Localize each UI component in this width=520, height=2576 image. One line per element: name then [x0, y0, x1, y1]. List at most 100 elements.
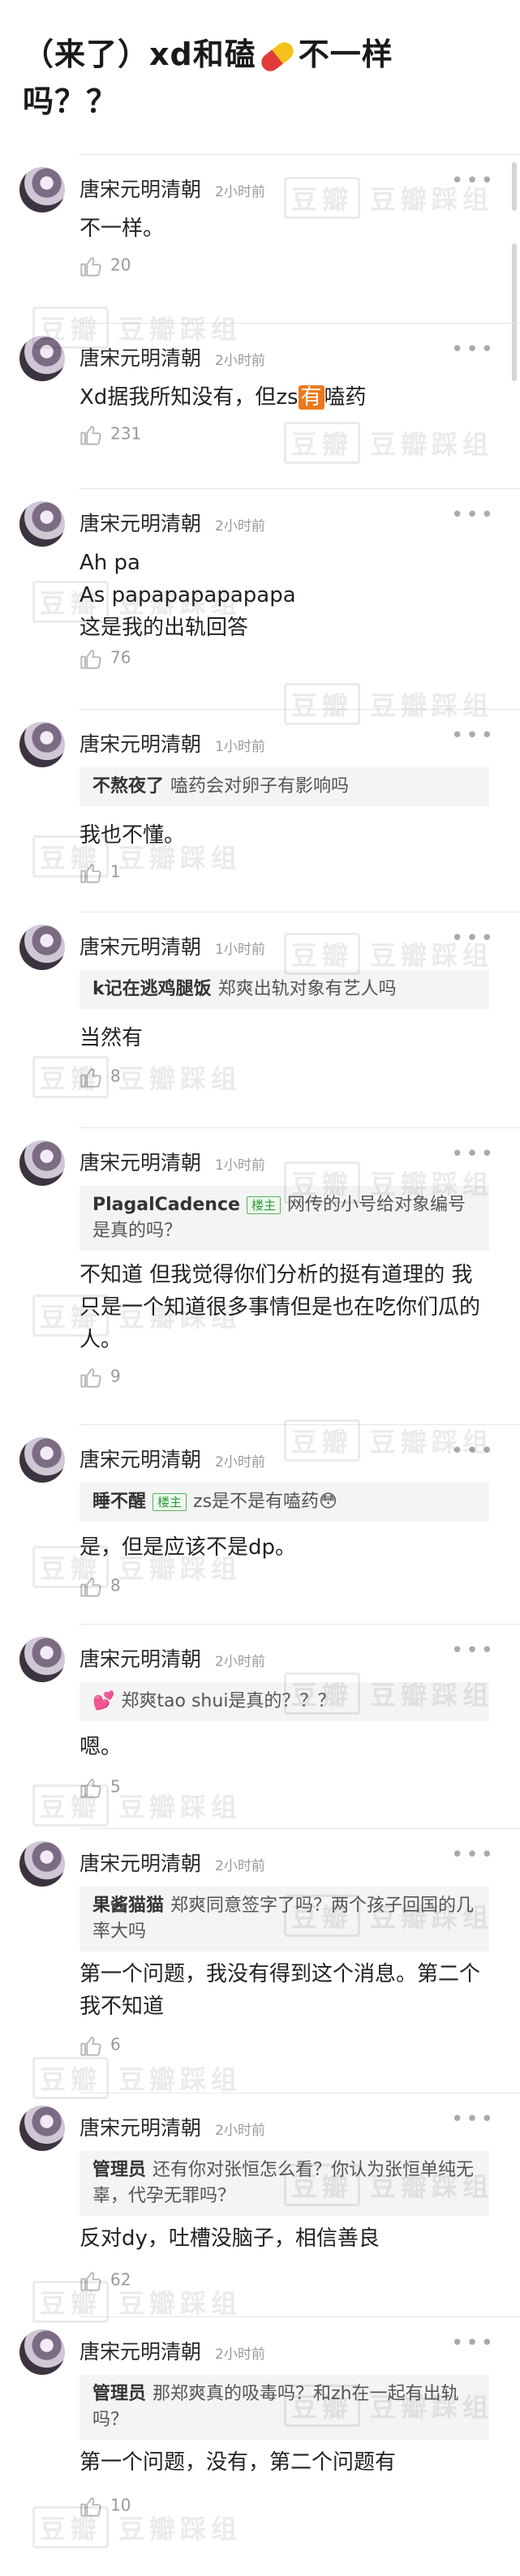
comment-author[interactable]: 唐宋元明清朝 [80, 508, 201, 537]
avatar[interactable] [19, 2329, 65, 2375]
thumb-up-icon [80, 2269, 102, 2292]
divider [80, 323, 520, 324]
comment-time: 1小时前 [215, 942, 265, 958]
like-count: 6 [110, 2034, 121, 2054]
comment-text: 第一个问题，我没有得到这个消息。第二个我不知道 [80, 1962, 481, 2019]
comment-text: 反对dy，吐槽没脑子，相信善良 [80, 2226, 380, 2251]
comment-item: 唐宋元明清朝 2小时前 ••• Ah pa As papapapapapapa … [0, 488, 520, 707]
more-options-icon[interactable]: ••• [451, 169, 496, 193]
quoted-comment[interactable]: 睡不醒 楼主 zs是不是有嗑药😳 [80, 1483, 489, 1522]
divider [80, 2316, 520, 2317]
more-options-icon[interactable]: ••• [451, 926, 496, 951]
comment-text: 不知道 但我觉得你们分析的挺有道理的 我只是一个知道很多事情但是也在吃你们瓜的人… [80, 1263, 481, 1352]
comment-text: Xd据我所知没有，但zs 有嗑药 [80, 385, 367, 410]
like-button[interactable]: 8 [80, 1066, 121, 1088]
comment-author[interactable]: 唐宋元明清朝 [80, 174, 201, 203]
comment-time: 2小时前 [215, 353, 265, 369]
comment-text: 嗯。 [80, 1735, 122, 1759]
divider [80, 154, 520, 155]
quoted-comment[interactable]: 不熬夜了 嗑药会对卵子有影响吗 [80, 767, 489, 806]
divider [80, 488, 520, 489]
comment-item: 唐宋元明清朝 2小时前 ••• 管理员 那郑爽真的吸毒吗？和zh在一起有出轨吗？ … [0, 2316, 520, 2560]
comment-author[interactable]: 唐宋元明清朝 [80, 342, 201, 371]
comment-author[interactable]: 唐宋元明清朝 [80, 1444, 201, 1473]
comment-item: 唐宋元明清朝 1小时前 ••• k记在逃鸡腿饭 郑爽出轨对象有艺人吗 当然有 8 [0, 912, 520, 1123]
avatar[interactable] [19, 167, 65, 213]
thumb-up-icon [80, 861, 102, 884]
comment-text: 当然有 [80, 1026, 144, 1050]
op-badge: 楼主 [153, 1493, 187, 1511]
comment-author[interactable]: 唐宋元明清朝 [80, 1643, 201, 1672]
like-button[interactable]: 6 [80, 2034, 121, 2057]
like-count: 8 [110, 1575, 121, 1595]
more-options-icon[interactable]: ••• [451, 2331, 496, 2355]
avatar[interactable] [19, 1140, 65, 1186]
comment-item: 唐宋元明清朝 2小时前 ••• 睡不醒 楼主 zs是不是有嗑药😳 是，但是应该不是d… [0, 1424, 520, 1635]
divider [80, 1424, 520, 1425]
comment-author[interactable]: 唐宋元明清朝 [80, 1848, 201, 1877]
more-options-icon[interactable]: ••• [451, 1439, 496, 1463]
comment-item: 唐宋元明清朝 2小时前 ••• 不一样。 20 [0, 154, 520, 316]
post-title: （来了）xd和磕 不一样吗？？ [23, 31, 477, 125]
divider [80, 1127, 520, 1128]
more-options-icon[interactable]: ••• [451, 503, 496, 527]
like-button[interactable]: 1 [80, 861, 121, 884]
comment-time: 1小时前 [215, 739, 265, 755]
more-options-icon[interactable]: ••• [451, 1843, 496, 1867]
thumb-up-icon [80, 647, 102, 670]
comment-time: 2小时前 [215, 518, 265, 535]
quoted-comment[interactable]: 💕 郑爽tao shui是真的？？？ [80, 1682, 489, 1721]
comment-item: 唐宋元明清朝 2小时前 ••• Xd据我所知没有，但zs 有嗑药 231 [0, 323, 520, 485]
quoted-comment[interactable]: k记在逃鸡腿饭 郑爽出轨对象有艺人吗 [80, 970, 489, 1009]
avatar[interactable] [19, 722, 65, 767]
like-count: 10 [110, 2495, 131, 2515]
like-button[interactable]: 76 [80, 647, 131, 670]
thumb-up-icon [80, 2034, 102, 2057]
comment-author[interactable]: 唐宋元明清朝 [80, 728, 201, 758]
like-button[interactable]: 20 [80, 255, 131, 277]
avatar[interactable] [19, 1437, 65, 1483]
pill-icon [257, 38, 297, 75]
op-badge: 楼主 [246, 1196, 281, 1214]
avatar[interactable] [19, 1637, 65, 1682]
avatar[interactable] [19, 501, 65, 547]
comment-time: 2小时前 [215, 2346, 265, 2363]
like-count: 5 [110, 1776, 121, 1797]
like-button[interactable]: 231 [80, 423, 141, 446]
avatar[interactable] [19, 1841, 65, 1887]
like-button[interactable]: 5 [80, 1776, 121, 1799]
avatar[interactable] [19, 2106, 65, 2151]
comment-time: 1小时前 [215, 1157, 265, 1174]
like-count: 62 [110, 2269, 131, 2290]
avatar[interactable] [19, 336, 65, 381]
more-options-icon[interactable]: ••• [451, 337, 496, 362]
like-count: 231 [110, 423, 142, 444]
divider [80, 1624, 520, 1625]
more-options-icon[interactable]: ••• [451, 1638, 496, 1663]
like-button[interactable]: 10 [80, 2495, 131, 2518]
quoted-comment[interactable]: PlagalCadence 楼主 网传的小号给对象编号是真的吗？ [80, 1186, 489, 1251]
quoted-comment[interactable]: 果酱猫猫 郑爽同意签字了吗？两个孩子回国的几率大吗 [80, 1887, 489, 1951]
thumb-up-icon [80, 255, 102, 277]
like-button[interactable]: 9 [80, 1366, 121, 1389]
quoted-comment[interactable]: 管理员 还有你对张恒怎么看？你认为张恒单纯无辜，代孕无罪吗？ [80, 2151, 489, 2216]
quoted-comment[interactable]: 管理员 那郑爽真的吸毒吗？和zh在一起有出轨吗？ [80, 2375, 489, 2440]
comment-author[interactable]: 唐宋元明清朝 [80, 1147, 201, 1176]
comment-text: Ah pa As papapapapapapa 这是我的出轨回答 [80, 551, 296, 640]
comment-author[interactable]: 唐宋元明清朝 [80, 2112, 201, 2141]
comment-author[interactable]: 唐宋元明清朝 [80, 2336, 201, 2365]
comment-item: 唐宋元明清朝 1小时前 ••• PlagalCadence 楼主 网传的小号给对象编… [0, 1127, 520, 1428]
avatar[interactable] [19, 925, 65, 970]
like-button[interactable]: 62 [80, 2269, 131, 2292]
thumb-up-icon [80, 1066, 102, 1088]
comment-item: 唐宋元明清朝 2小时前 ••• 💕 郑爽tao shui是真的？？？ 嗯。 5 [0, 1624, 520, 1835]
comment-time: 2小时前 [215, 1654, 265, 1670]
more-options-icon[interactable]: ••• [451, 723, 496, 748]
more-options-icon[interactable]: ••• [451, 1142, 496, 1166]
comment-author[interactable]: 唐宋元明清朝 [80, 931, 201, 960]
comment-item: 唐宋元明清朝 2小时前 ••• 管理员 还有你对张恒怎么看？你认为张恒单纯无辜，代… [0, 2093, 520, 2320]
thumb-up-icon [80, 2495, 102, 2518]
more-options-icon[interactable]: ••• [451, 2107, 496, 2132]
like-button[interactable]: 8 [80, 1575, 121, 1598]
comment-text: 是，但是应该不是dp。 [80, 1535, 297, 1560]
